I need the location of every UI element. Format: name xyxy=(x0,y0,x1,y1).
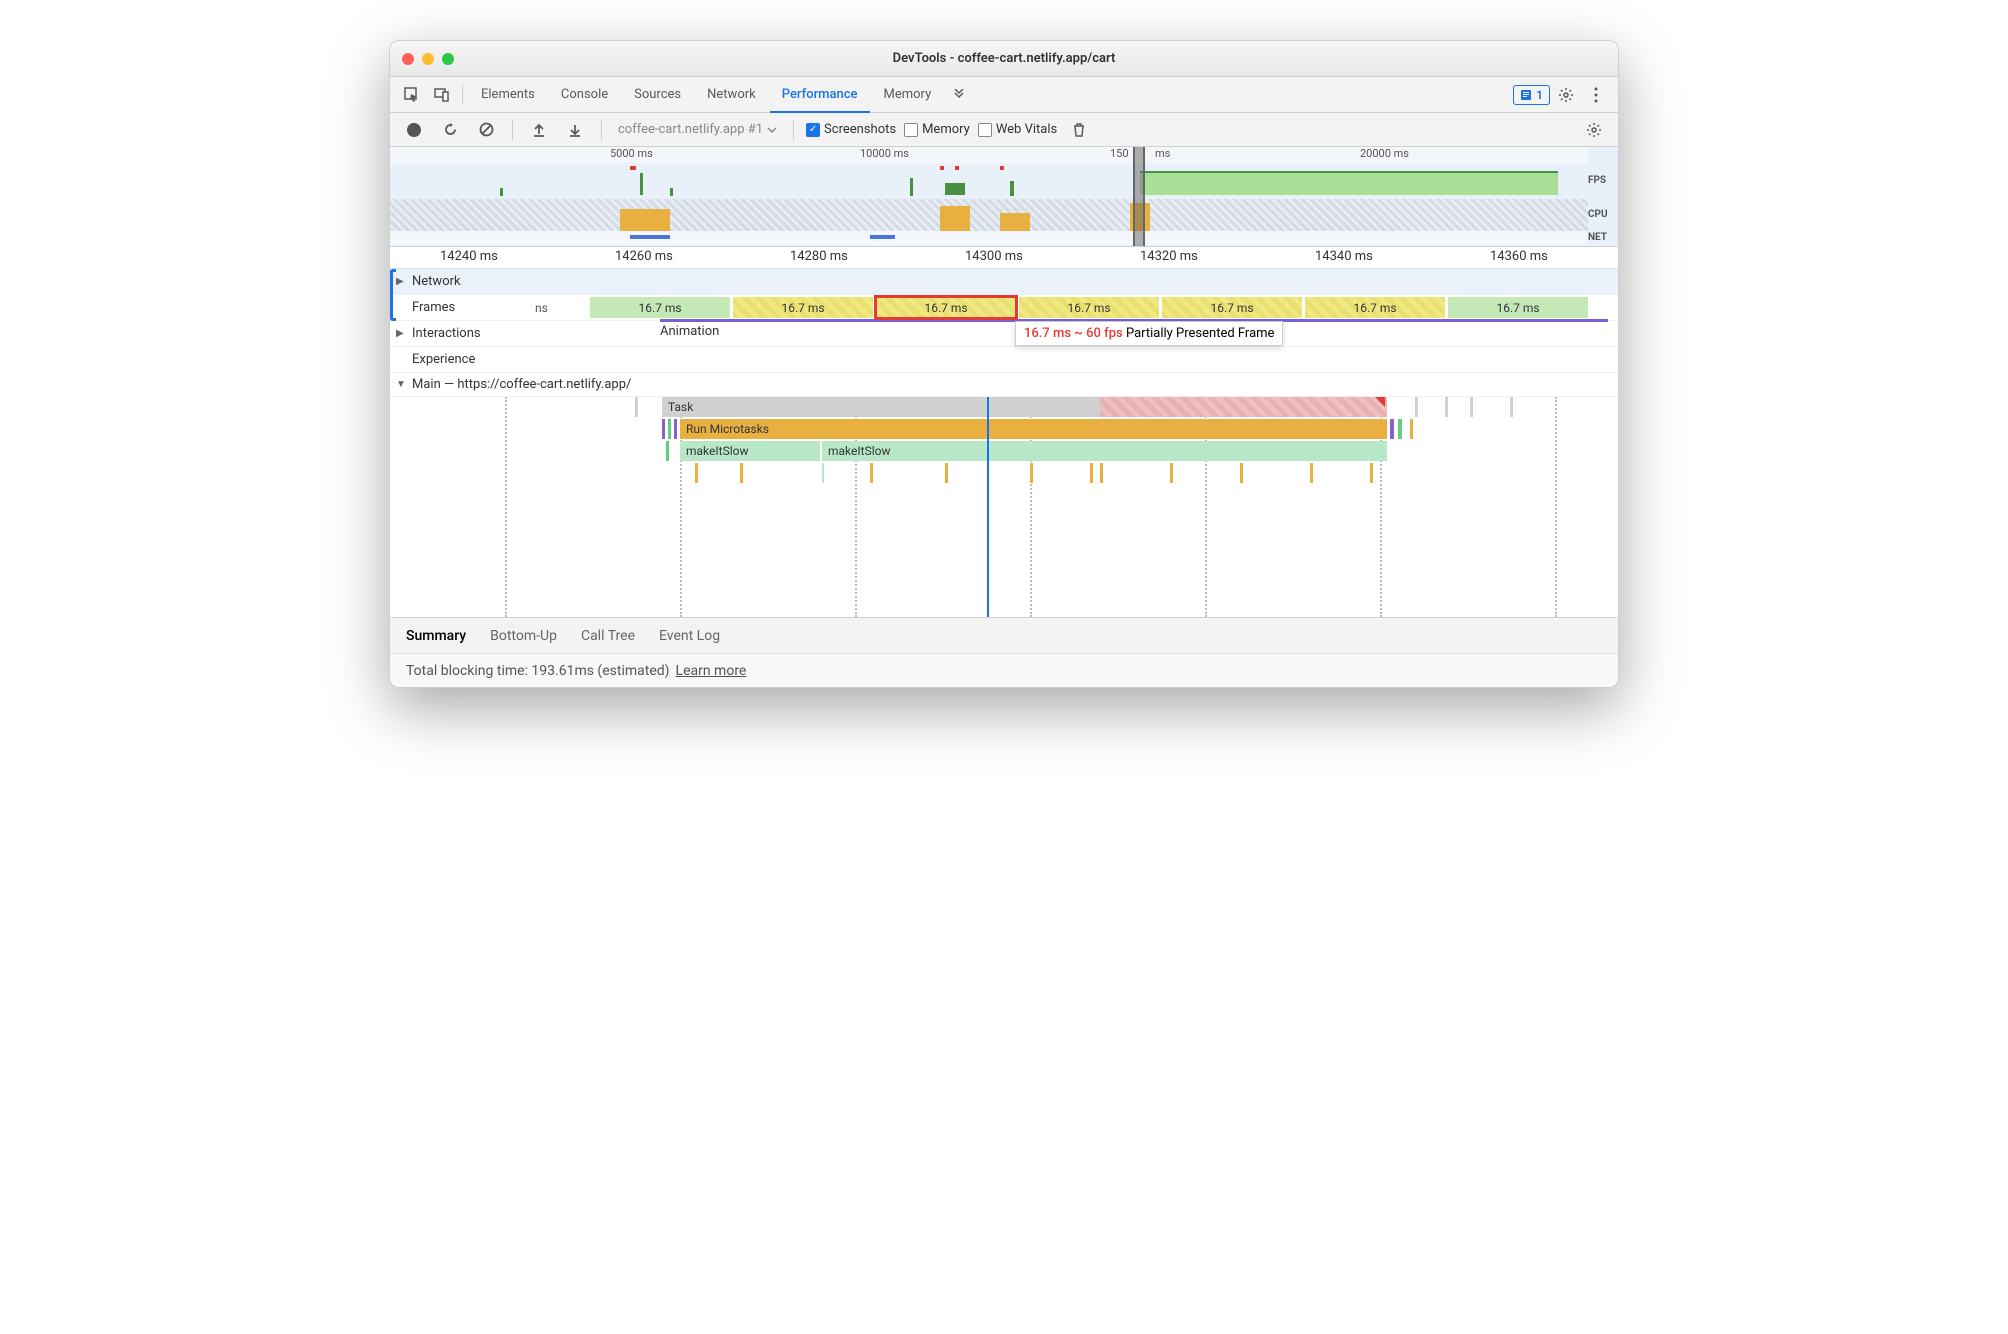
cpu-label: CPU xyxy=(1588,199,1618,231)
long-task-marker-icon xyxy=(1375,397,1385,407)
device-toggle-icon[interactable] xyxy=(428,81,456,109)
webvitals-checkbox[interactable]: Web Vitals xyxy=(978,122,1057,137)
learn-more-link[interactable]: Learn more xyxy=(676,663,747,679)
frame-tooltip: 16.7 ms ~ 60 fps Partially Presented Fra… xyxy=(1015,321,1283,346)
frame[interactable]: 16.7 ms xyxy=(1019,297,1159,318)
net-label: NET xyxy=(1588,231,1618,245)
net-track xyxy=(390,231,1588,245)
overview-selection-handle[interactable] xyxy=(1133,147,1145,246)
recording-label: coffee-cart.netlify.app #1 xyxy=(618,122,763,137)
track-experience[interactable]: Experience xyxy=(390,347,1618,373)
fps-label: FPS xyxy=(1588,163,1618,199)
window-controls xyxy=(402,53,454,65)
tab-elements[interactable]: Elements xyxy=(469,77,547,113)
minimize-icon[interactable] xyxy=(422,53,434,65)
trash-icon[interactable] xyxy=(1065,116,1093,144)
ov-tick: ms xyxy=(1155,147,1170,160)
cpu-track xyxy=(390,199,1588,231)
clear-button[interactable] xyxy=(472,116,500,144)
tab-memory[interactable]: Memory xyxy=(872,77,944,113)
blocking-time-text: Total blocking time: 193.61ms (estimated… xyxy=(406,663,670,679)
status-bar: Total blocking time: 193.61ms (estimated… xyxy=(390,653,1618,687)
ov-tick: 10000 ms xyxy=(860,147,909,160)
reload-button[interactable] xyxy=(436,116,464,144)
tab-network[interactable]: Network xyxy=(695,77,768,113)
ov-tick: 150 xyxy=(1110,147,1129,160)
more-tabs-icon[interactable] xyxy=(945,81,973,109)
fps-track xyxy=(390,163,1588,199)
upload-icon[interactable] xyxy=(525,116,553,144)
settings-icon[interactable] xyxy=(1552,81,1580,109)
ov-tick: 20000 ms xyxy=(1360,147,1409,160)
main-tabbar: Elements Console Sources Network Perform… xyxy=(390,77,1618,113)
tracks-panel: ▶Network Frames ns 16.7 ms 16.7 ms 16.7 … xyxy=(390,269,1618,617)
flame-makeitslow[interactable]: makeItSlow xyxy=(680,441,820,461)
inspect-icon[interactable] xyxy=(398,81,426,109)
frame[interactable]: 16.7 ms xyxy=(733,297,873,318)
frame[interactable]: 16.7 ms xyxy=(1448,297,1588,318)
track-frames[interactable]: Frames ns 16.7 ms 16.7 ms 16.7 ms 16.7 m… xyxy=(390,295,1618,321)
window-title: DevTools - coffee-cart.netlify.app/cart xyxy=(390,51,1618,66)
titlebar: DevTools - coffee-cart.netlify.app/cart xyxy=(390,41,1618,77)
close-icon[interactable] xyxy=(402,53,414,65)
issues-badge[interactable]: 1 xyxy=(1513,85,1550,105)
flame-task-long[interactable] xyxy=(1100,397,1387,417)
issues-count: 1 xyxy=(1536,88,1543,102)
flame-makeitslow[interactable]: makeItSlow xyxy=(822,441,1387,461)
frame[interactable]: 16.7 ms xyxy=(1162,297,1302,318)
checkbox-icon xyxy=(978,123,992,137)
download-icon[interactable] xyxy=(561,116,589,144)
detail-ruler[interactable]: 14240 ms 14260 ms 14280 ms 14300 ms 1432… xyxy=(390,247,1618,269)
kebab-menu-icon[interactable] xyxy=(1582,81,1610,109)
track-interactions[interactable]: ▶Interactions Animation 16.7 ms ~ 60 fps… xyxy=(390,321,1618,347)
bottom-tabbar: Summary Bottom-Up Call Tree Event Log xyxy=(390,617,1618,653)
tab-performance[interactable]: Performance xyxy=(770,77,870,113)
tab-event-log[interactable]: Event Log xyxy=(659,628,720,644)
tab-console[interactable]: Console xyxy=(549,77,620,113)
animation-label: Animation xyxy=(660,324,719,339)
frame-selected[interactable]: 16.7 ms xyxy=(876,297,1016,318)
record-button[interactable] xyxy=(400,116,428,144)
playhead[interactable] xyxy=(987,397,989,617)
ov-tick: 5000 ms xyxy=(610,147,653,160)
maximize-icon[interactable] xyxy=(442,53,454,65)
track-network[interactable]: ▶Network xyxy=(390,269,1618,295)
recording-dropdown[interactable]: coffee-cart.netlify.app #1 xyxy=(614,120,781,139)
tab-summary[interactable]: Summary xyxy=(406,628,466,644)
tab-sources[interactable]: Sources xyxy=(622,77,693,113)
memory-checkbox[interactable]: Memory xyxy=(904,122,970,137)
timeline-overview[interactable]: 5000 ms 10000 ms 150 ms 20000 ms xyxy=(390,147,1618,247)
tab-call-tree[interactable]: Call Tree xyxy=(581,628,635,644)
frame[interactable]: 16.7 ms xyxy=(1305,297,1445,318)
tab-bottom-up[interactable]: Bottom-Up xyxy=(490,628,557,644)
flame-microtasks[interactable]: Run Microtasks xyxy=(680,419,1387,439)
devtools-window: DevTools - coffee-cart.netlify.app/cart … xyxy=(389,40,1619,688)
flame-chart[interactable]: Task Run Microtasks makeItSl xyxy=(390,397,1618,617)
track-main-header[interactable]: ▼Main — https://coffee-cart.netlify.app/ xyxy=(390,373,1618,397)
screenshots-checkbox[interactable]: ✓ Screenshots xyxy=(806,122,896,137)
checkbox-checked-icon: ✓ xyxy=(806,123,820,137)
perf-toolbar: coffee-cart.netlify.app #1 ✓ Screenshots… xyxy=(390,113,1618,147)
frame[interactable]: 16.7 ms xyxy=(590,297,730,318)
panel-settings-icon[interactable] xyxy=(1580,116,1608,144)
checkbox-icon xyxy=(904,123,918,137)
